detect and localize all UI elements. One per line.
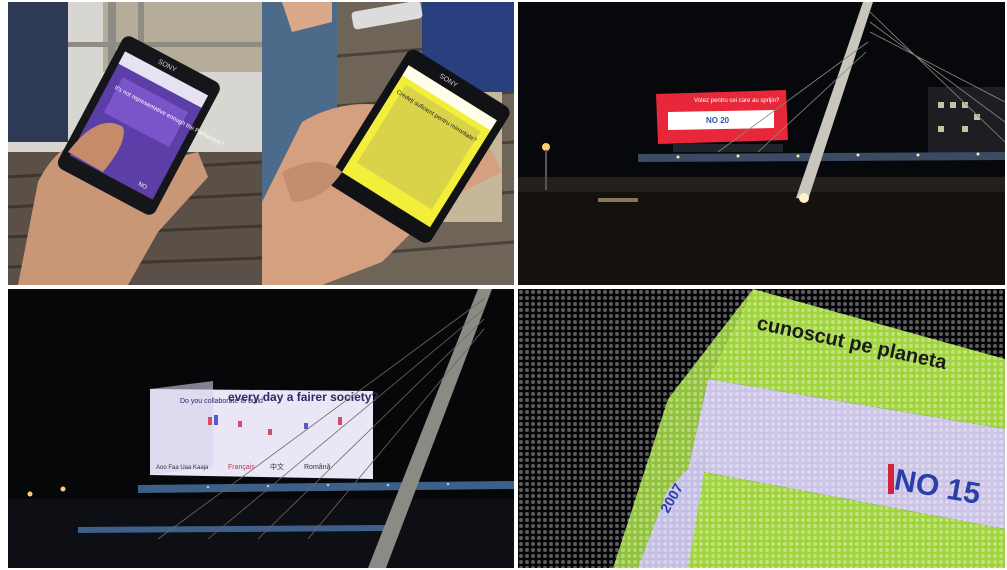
photo-phone-yellow: SONY Credeți suficient pentru minoritate… <box>262 2 514 285</box>
cube-question: every day a fairer society? <box>228 390 379 404</box>
cube-legend-3: Română <box>304 464 331 471</box>
photo-billboard-night: Votez pentru cei care au sprijin? NO 20 <box>518 2 1005 285</box>
photo-led-closeup: cunoscut pe planeta NO 15 2007 <box>518 289 1005 568</box>
cube-legend-2: 中文 <box>270 462 284 471</box>
photo-cube-bridge: Do you collaborate to build every day a … <box>8 289 514 568</box>
photo-phone-purple: SONY It's not representative enough the … <box>8 2 262 285</box>
billboard-label: NO 20 <box>706 116 730 125</box>
cube-axis-labels: Aoo Faa Uaa Kaaja <box>156 465 209 471</box>
billboard-top: Votez pentru cei care au sprijin? <box>694 98 780 104</box>
